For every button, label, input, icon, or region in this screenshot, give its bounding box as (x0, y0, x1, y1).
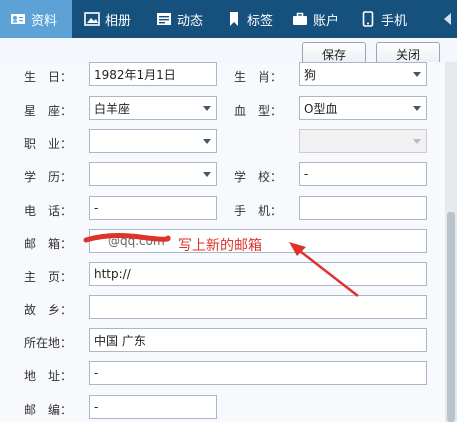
occupation-sub-select (299, 129, 427, 153)
phone-value: - (94, 201, 99, 215)
scrollbar-thumb[interactable] (447, 212, 455, 422)
constellation-value: 白羊座 (94, 101, 131, 116)
address-value: - (94, 366, 99, 380)
constellation-select[interactable]: 白羊座 (89, 96, 217, 120)
chevron-down-icon (413, 139, 421, 144)
location-value: 中国 广东 (94, 333, 146, 348)
blood-type-label: 血 型： (234, 104, 283, 118)
homepage-label: 主 页： (24, 270, 73, 284)
address-field[interactable]: - (89, 361, 427, 385)
feed-icon (156, 11, 172, 27)
vertical-scrollbar[interactable] (445, 62, 457, 422)
chevron-down-icon (413, 72, 421, 77)
homepage-field[interactable]: http:// (89, 262, 427, 286)
email-value: @qq.com (108, 234, 165, 248)
annotation-text: 写上新的邮箱 (178, 238, 262, 254)
chevron-down-icon (203, 139, 211, 144)
profile-card-icon (10, 11, 26, 27)
blood-type-value: O型血 (304, 101, 338, 116)
education-select[interactable] (89, 162, 217, 186)
education-label: 学 历： (24, 170, 73, 184)
chevron-down-icon (203, 106, 211, 111)
occupation-select[interactable] (89, 129, 217, 153)
photo-icon (84, 11, 100, 27)
postcode-label: 邮 编： (24, 403, 73, 417)
phone-label: 电 话： (24, 204, 73, 218)
birthday-value: 1982年1月1日 (94, 67, 176, 82)
briefcase-icon (292, 11, 308, 27)
tab-feed[interactable]: 动态 (150, 0, 218, 38)
scroll-left-arrow-icon[interactable] (444, 13, 451, 25)
birthday-label: 生 日： (24, 70, 73, 84)
school-field[interactable]: - (299, 162, 427, 186)
school-value: - (304, 167, 309, 181)
mobile-label: 手 机： (234, 204, 283, 218)
tab-label: 账户 (313, 13, 340, 29)
location-field[interactable]: 中国 广东 (89, 328, 427, 352)
chevron-down-icon (203, 172, 211, 177)
tab-album[interactable]: 相册 (78, 0, 146, 38)
tab-label: 相册 (105, 13, 132, 29)
tab-label: 手机 (381, 13, 408, 29)
address-label: 地 址： (24, 369, 73, 383)
hometown-label: 故 乡： (24, 303, 73, 317)
tab-profile[interactable]: 资料 (0, 0, 72, 38)
tab-label: 动态 (177, 13, 204, 29)
chevron-down-icon (413, 106, 421, 111)
tab-bar: 资料 相册 动态 标签 账户 手机 (0, 0, 457, 38)
tab-mobile[interactable]: 手机 (356, 0, 424, 38)
mobile-field[interactable] (299, 196, 427, 220)
tab-account[interactable]: 账户 (288, 0, 356, 38)
hometown-field[interactable] (89, 295, 427, 319)
phone-field[interactable]: - (89, 196, 217, 220)
birthday-field[interactable]: 1982年1月1日 (89, 62, 217, 86)
phone-icon (360, 11, 376, 27)
tab-label: 资料 (31, 13, 58, 29)
postcode-field[interactable]: - (89, 395, 217, 419)
homepage-value: http:// (94, 267, 131, 281)
tab-tags[interactable]: 标签 (220, 0, 288, 38)
occupation-label: 职 业： (24, 137, 73, 151)
postcode-value: - (94, 400, 99, 414)
blood-type-select[interactable]: O型血 (299, 96, 427, 120)
zodiac-label: 生 肖： (234, 70, 283, 84)
location-label: 所在地： (24, 336, 73, 350)
tab-label: 标签 (247, 13, 274, 29)
constellation-label: 星 座： (24, 104, 73, 118)
school-label: 学 校： (234, 170, 283, 184)
bookmark-icon (226, 11, 242, 27)
zodiac-select[interactable]: 狗 (299, 62, 427, 86)
zodiac-value: 狗 (304, 67, 317, 82)
email-label: 邮 箱： (24, 237, 73, 251)
